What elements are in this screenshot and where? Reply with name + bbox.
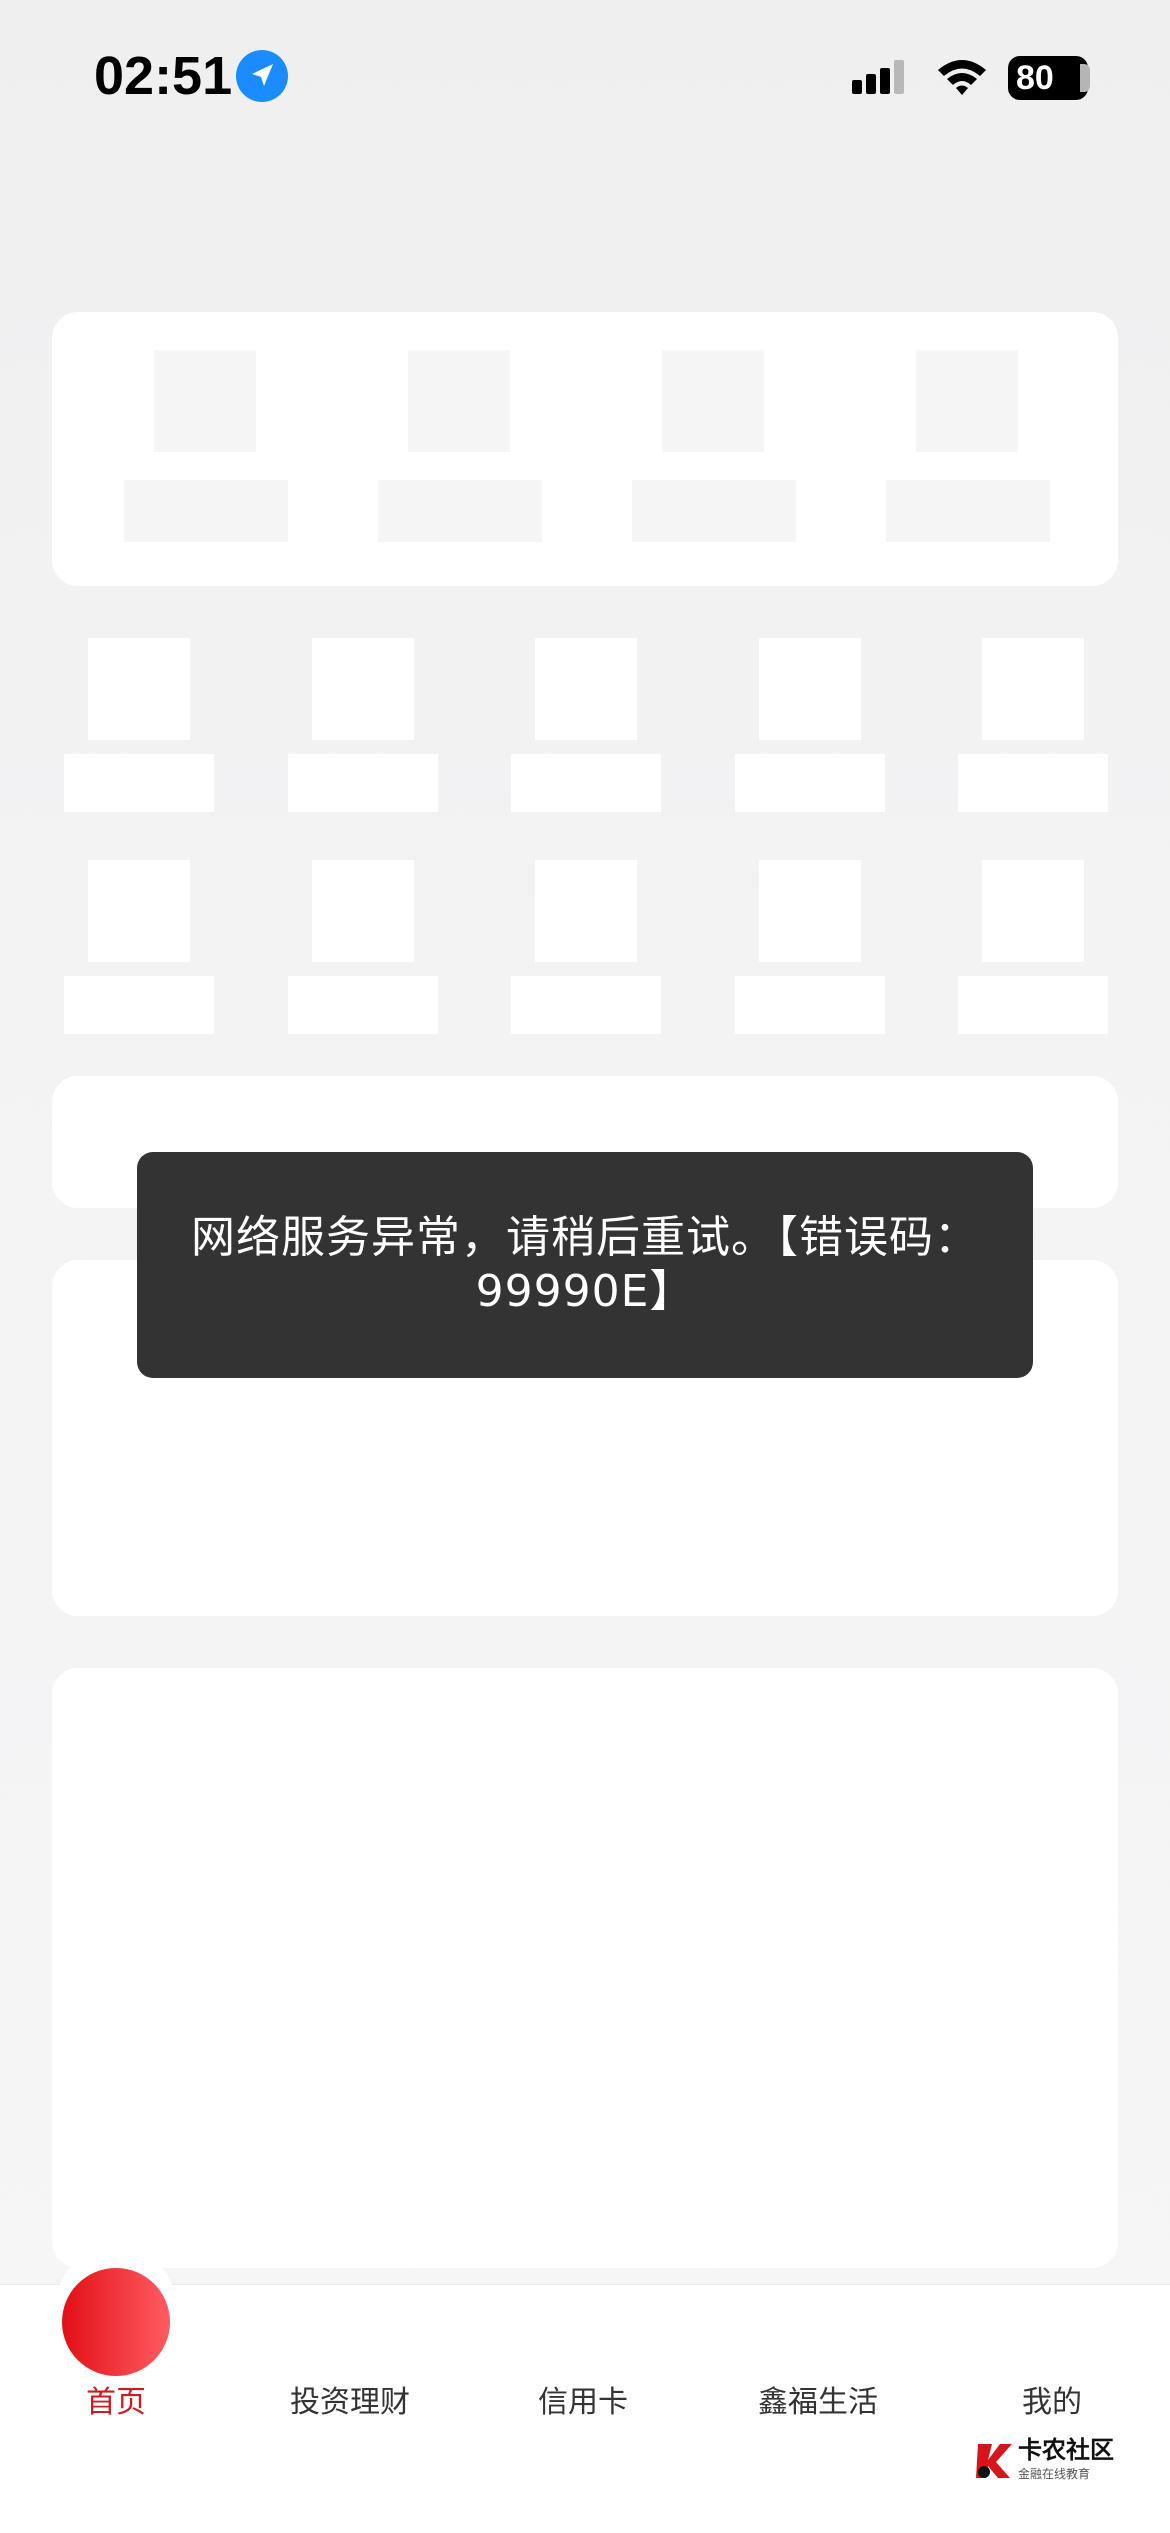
quick-action-label-placeholder [378,480,542,542]
status-time: 02:51 [94,46,233,106]
menu-label-placeholder [64,976,214,1034]
tab-mine[interactable]: 我的 [952,2380,1152,2426]
error-toast: 网络服务异常，请稍后重试。【错误码： 99990E】 [137,1152,1033,1378]
menu-icon-placeholder [535,638,637,740]
menu-icon-placeholder [312,638,414,740]
menu-icon-placeholder [312,860,414,962]
menu-icon-placeholder [88,860,190,962]
quick-actions-card [52,312,1118,586]
quick-action-icon-placeholder [662,350,764,452]
watermark-title: 卡农社区 [1018,2436,1114,2464]
tab-life[interactable]: 鑫福生活 [718,2380,918,2426]
quick-action-label-placeholder [124,480,288,542]
tab-home[interactable]: 首页 [16,2380,216,2426]
quick-action-icon-placeholder [408,350,510,452]
wifi-icon [938,60,986,95]
quick-action-icon-placeholder [916,350,1018,452]
menu-icon-placeholder [535,860,637,962]
menu-label-placeholder [735,754,885,812]
tab-credit-card[interactable]: 信用卡 [483,2380,683,2426]
watermark-logo-icon [976,2444,1012,2478]
battery-level: 80 [1016,59,1054,97]
menu-label-placeholder [958,976,1108,1034]
menu-icon-placeholder [759,638,861,740]
menu-icon-placeholder [982,638,1084,740]
menu-icon-placeholder [88,638,190,740]
battery-tip [1080,64,1090,92]
watermark-subtitle: 金融在线教育 [1018,2467,1091,2481]
content-card-placeholder [52,1668,1118,2268]
error-toast-message: 网络服务异常，请稍后重试。【错误码： 99990E】 [191,1212,979,1317]
menu-label-placeholder [288,976,438,1034]
location-arrow-icon [236,50,288,102]
cellular-signal-icon [852,60,904,94]
menu-icon-placeholder [759,860,861,962]
menu-label-placeholder [511,976,661,1034]
menu-label-placeholder [511,754,661,812]
menu-label-placeholder [958,754,1108,812]
tab-investment[interactable]: 投资理财 [250,2380,450,2426]
quick-action-label-placeholder [886,480,1050,542]
quick-action-label-placeholder [632,480,796,542]
battery-icon: 80 [1008,56,1088,100]
menu-label-placeholder [64,754,214,812]
menu-label-placeholder [735,976,885,1034]
menu-label-placeholder [288,754,438,812]
menu-icon-placeholder [982,860,1084,962]
quick-action-icon-placeholder [154,350,256,452]
home-icon[interactable] [62,2268,170,2376]
